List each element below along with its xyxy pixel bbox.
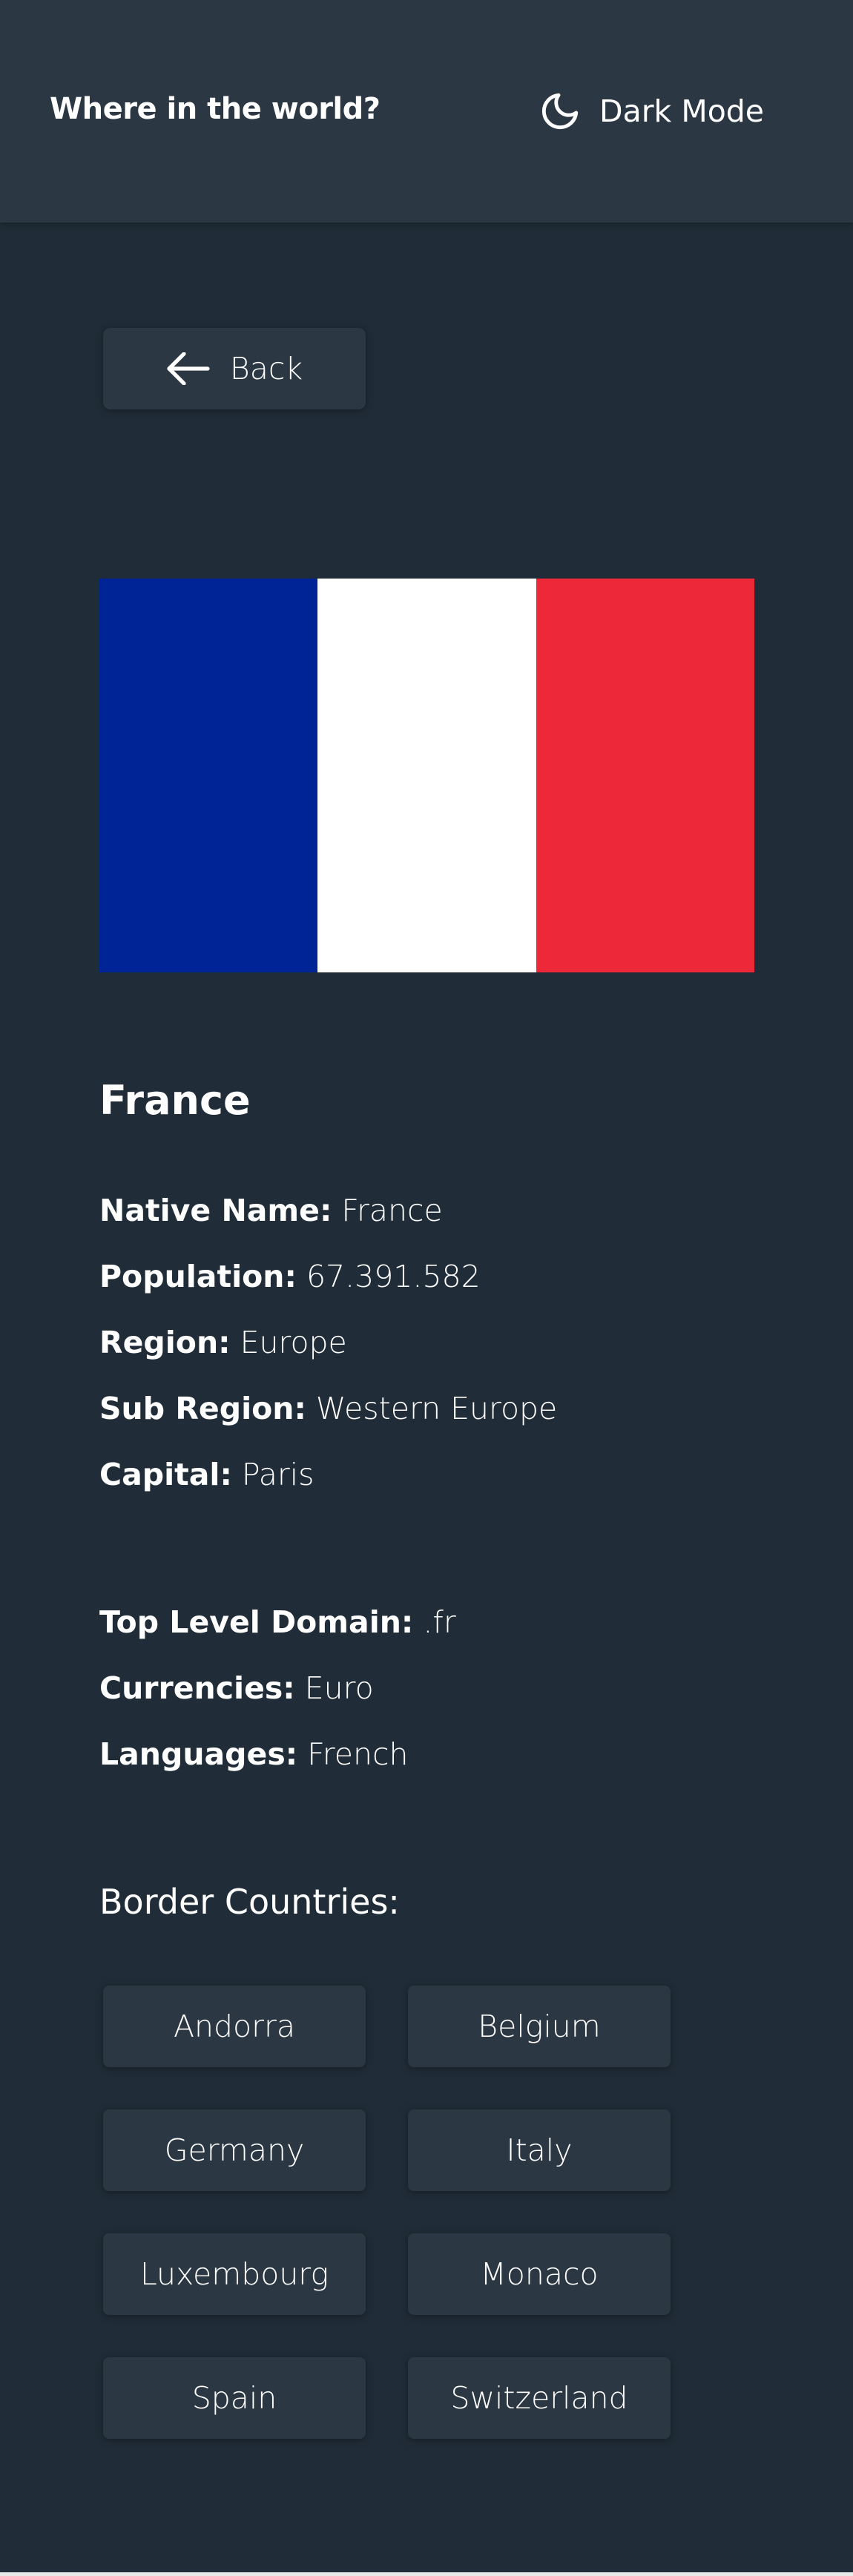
flag-stripe-white (317, 579, 536, 972)
capital-row: Capital: Paris (99, 1460, 314, 1490)
languages-row: Languages: French (99, 1739, 408, 1770)
currencies-label: Currencies: (99, 1670, 295, 1706)
native-name-label: Native Name: (99, 1193, 332, 1228)
border-country-button[interactable]: Switzerland (408, 2357, 671, 2439)
back-button[interactable]: Back (103, 328, 366, 409)
border-country-button[interactable]: Andorra (103, 1986, 366, 2067)
border-country-button[interactable]: Spain (103, 2357, 366, 2439)
border-country-button[interactable]: Germany (103, 2109, 366, 2191)
population-value: 67.391.582 (306, 1259, 481, 1294)
sub-region-row: Sub Region: Western Europe (99, 1394, 557, 1424)
top-level-domain-row: Top Level Domain: .fr (99, 1607, 456, 1638)
flag-stripe-red (536, 579, 754, 972)
border-country-button[interactable]: Italy (408, 2109, 671, 2191)
sub-region-label: Sub Region: (99, 1391, 306, 1426)
capital-label: Capital: (99, 1457, 232, 1492)
languages-value: French (307, 1736, 409, 1772)
back-label: Back (229, 351, 303, 386)
top-header: Where in the world? Dark Mode (0, 0, 853, 223)
border-country-button[interactable]: Belgium (408, 1986, 671, 2067)
country-name: France (99, 1077, 251, 1124)
native-name-row: Native Name: France (99, 1196, 443, 1226)
page-bottom-edge (0, 2572, 853, 2576)
top-level-domain-label: Top Level Domain: (99, 1604, 414, 1640)
capital-value: Paris (241, 1457, 314, 1492)
population-row: Population: 67.391.582 (99, 1262, 481, 1292)
region-value: Europe (240, 1325, 347, 1360)
region-row: Region: Europe (99, 1328, 347, 1358)
native-name-value: France (341, 1193, 443, 1228)
currencies-row: Currencies: Euro (99, 1673, 374, 1704)
sub-region-value: Western Europe (315, 1391, 558, 1426)
top-level-domain-value: .fr (423, 1604, 456, 1640)
population-label: Population: (99, 1259, 297, 1294)
app-title: Where in the world? (50, 92, 381, 126)
region-label: Region: (99, 1325, 231, 1360)
moon-icon (542, 93, 579, 129)
flag-stripe-blue (99, 579, 318, 972)
languages-label: Languages: (99, 1736, 298, 1772)
border-country-button[interactable]: Monaco (408, 2233, 671, 2315)
currencies-value: Euro (304, 1670, 374, 1706)
country-flag (99, 579, 754, 972)
dark-mode-toggle[interactable]: Dark Mode (539, 83, 764, 139)
border-countries-title: Border Countries: (99, 1882, 400, 1922)
arrow-left-icon (167, 352, 210, 385)
dark-mode-label: Dark Mode (599, 93, 765, 129)
border-country-button[interactable]: Luxembourg (103, 2233, 366, 2315)
